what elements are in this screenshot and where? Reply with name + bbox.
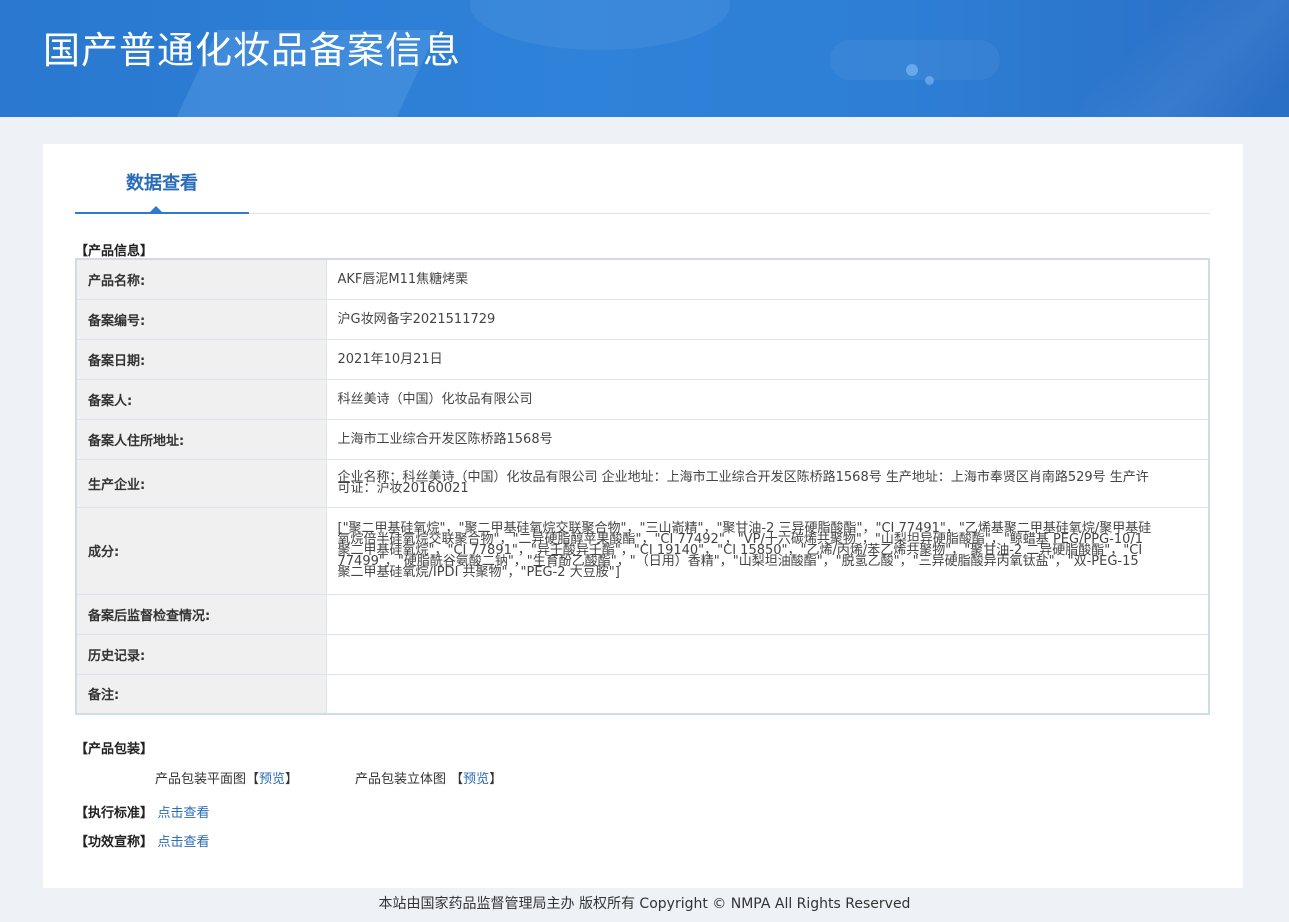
efficacy-view-link[interactable]: 点击查看	[158, 835, 210, 850]
banner-decoration	[906, 64, 918, 76]
bracket: 】	[285, 772, 299, 787]
tab-bar: 数据查看	[75, 144, 1210, 214]
page-title: 国产普通化妆品备案信息	[43, 29, 461, 72]
table-row: 备案后监督检查情况:	[76, 594, 1209, 635]
packaging-flat-item: 产品包装平面图【预览】	[155, 768, 298, 787]
table-row: 产品名称: AKF唇泥M11焦糖烤栗	[76, 259, 1209, 300]
row-value: 沪G妆网备字2021511729	[326, 299, 1209, 340]
ingredients-value: ["聚二甲基硅氧烷"，"聚二甲基硅氧烷交联聚合物"，"三山嵛精"，"聚甘油-2 …	[326, 507, 1209, 595]
row-label: 备案人:	[76, 379, 327, 420]
footer-copyright: 本站由国家药品监督管理局主办 版权所有 Copyright © NMPA All…	[378, 896, 911, 912]
row-value: 2021年10月21日	[326, 339, 1209, 380]
table-row: 备案人住所地址: 上海市工业综合开发区陈桥路1568号	[76, 419, 1209, 460]
packaging-solid-label: 产品包装立体图	[355, 772, 447, 787]
banner-decoration	[1080, 0, 1289, 117]
tab-label: 数据查看	[126, 173, 198, 194]
banner-decoration	[925, 76, 934, 85]
table-row: 历史记录:	[76, 634, 1209, 675]
row-label: 备案后监督检查情况:	[76, 594, 327, 635]
packaging-solid-preview-link[interactable]: 预览	[463, 772, 489, 787]
tab-data-view[interactable]: 数据查看	[75, 144, 249, 214]
row-value	[326, 674, 1209, 714]
content-card: 数据查看 【产品信息】 产品名称: AKF唇泥M11焦糖烤栗 备案编号: 沪G妆…	[43, 144, 1243, 888]
product-info-table: 产品名称: AKF唇泥M11焦糖烤栗 备案编号: 沪G妆网备字202151172…	[75, 258, 1210, 715]
row-label: 历史记录:	[76, 634, 327, 675]
packaging-flat-preview-link[interactable]: 预览	[259, 772, 285, 787]
table-row: 成分: ["聚二甲基硅氧烷"，"聚二甲基硅氧烷交联聚合物"，"三山嵛精"，"聚甘…	[76, 507, 1209, 595]
table-row: 备案人: 科丝美诗（中国）化妆品有限公司	[76, 379, 1209, 420]
packaging-heading: 【产品包装】	[75, 742, 154, 757]
standard-view-link[interactable]: 点击查看	[158, 806, 210, 821]
packaging-solid-item: 产品包装立体图 【预览】	[355, 768, 502, 787]
row-label: 产品名称:	[76, 259, 327, 300]
row-label: 备案日期:	[76, 339, 327, 380]
packaging-flat-label: 产品包装平面图	[155, 772, 247, 787]
row-value	[326, 634, 1209, 675]
bracket: 【	[450, 772, 464, 787]
tab-caret-icon	[150, 206, 162, 212]
row-label: 成分:	[76, 507, 327, 595]
product-info-heading: 【产品信息】	[75, 244, 154, 259]
row-label: 备案编号:	[76, 299, 327, 340]
row-label: 备注:	[76, 674, 327, 714]
bracket: 【	[246, 772, 260, 787]
efficacy-label: 【功效宣称】	[75, 835, 154, 850]
header-banner: 国产普通化妆品备案信息	[0, 0, 1289, 117]
row-label: 备案人住所地址:	[76, 419, 327, 460]
banner-decoration	[470, 0, 730, 50]
efficacy-row: 【功效宣称】 点击查看	[75, 831, 210, 850]
row-value: 科丝美诗（中国）化妆品有限公司	[326, 379, 1209, 420]
table-row: 生产企业: 企业名称：科丝美诗（中国）化妆品有限公司 企业地址：上海市工业综合开…	[76, 459, 1209, 508]
standard-row: 【执行标准】 点击查看	[75, 802, 210, 821]
table-row: 备注:	[76, 674, 1209, 714]
row-value: AKF唇泥M11焦糖烤栗	[326, 259, 1209, 300]
table-row: 备案日期: 2021年10月21日	[76, 339, 1209, 380]
row-value: 企业名称：科丝美诗（中国）化妆品有限公司 企业地址：上海市工业综合开发区陈桥路1…	[326, 459, 1209, 508]
row-value	[326, 594, 1209, 635]
standard-label: 【执行标准】	[75, 806, 154, 821]
bracket: 】	[489, 772, 503, 787]
row-label: 生产企业:	[76, 459, 327, 508]
row-value: 上海市工业综合开发区陈桥路1568号	[326, 419, 1209, 460]
table-row: 备案编号: 沪G妆网备字2021511729	[76, 299, 1209, 340]
